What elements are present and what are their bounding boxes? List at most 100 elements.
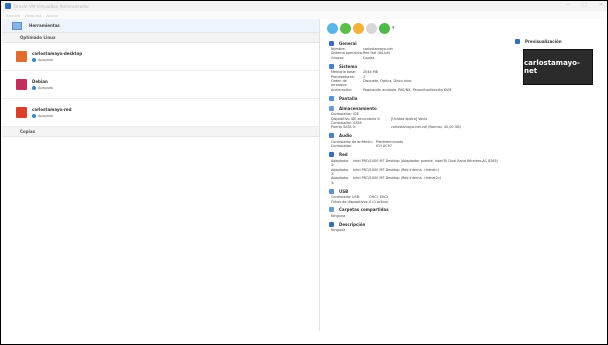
section-title: Almacenamiento — [339, 105, 377, 111]
vm-item-red[interactable]: carlostamayo-red Apagada — [2, 99, 319, 127]
vm-state-label: Apagada — [38, 58, 54, 62]
vm-state-label: Apagada — [38, 86, 54, 90]
menu-ayuda[interactable]: Ayuda — [46, 13, 58, 18]
storage-icon — [329, 105, 334, 111]
title-bar: Oracle VM VirtualBox Administrador — □ ✕ — [1, 1, 607, 11]
detail-row: Filtros de dispositivos: 0 (0 activo) — [327, 200, 514, 204]
detail-key: Adaptador 2: — [331, 167, 349, 176]
description-icon — [329, 221, 334, 227]
detail-key: Adaptador 1: — [331, 158, 349, 168]
menu-archivo[interactable]: Archivo — [6, 13, 20, 18]
detail-row: Ninguna — [327, 214, 514, 218]
section-title: Descripción — [339, 221, 366, 227]
preview-pane: Previsualización carlostamayo-net — [515, 37, 601, 117]
detail-value: Paginación anidada, PAE/NX, Paravirtuali… — [363, 87, 452, 92]
powered-off-icon — [32, 86, 36, 90]
preview-header[interactable]: Previsualización — [515, 37, 601, 45]
section-display-header[interactable]: Pantalla — [327, 94, 514, 102]
main-toolbar: ▾ — [327, 19, 395, 37]
section-storage-header[interactable]: Almacenamiento — [327, 104, 514, 112]
vm-state: Apagada — [32, 58, 82, 62]
window-title: Oracle VM VirtualBox Administrador — [14, 3, 90, 9]
general-icon — [329, 40, 334, 46]
detail-value: [Unidad óptica] Vacío — [391, 116, 428, 121]
vm-list-pane: Herramientas Optimado Linux carlostamayo… — [2, 19, 320, 331]
maximize-button[interactable]: □ — [582, 2, 587, 8]
close-button[interactable]: ✕ — [599, 2, 603, 8]
section-shared-header[interactable]: Carpetas compartidas — [327, 206, 514, 214]
preview-screen: carlostamayo-net — [523, 49, 593, 85]
menu-maquina[interactable]: Máquina — [25, 13, 41, 18]
new-icon[interactable] — [327, 22, 338, 34]
section-description-header[interactable]: Descripción — [327, 220, 514, 228]
detail-key: Filtros de dispositivos: — [331, 199, 369, 204]
detail-key: Puerto SATA 0: — [331, 125, 356, 130]
virtualbox-icon — [5, 3, 11, 9]
detail-value: carlostamayo-net.vdi (Normal, 40,00 GB) — [391, 125, 461, 130]
detail-row: Orden de arranque: Disquete, Óptica, Disc… — [327, 79, 514, 88]
detail-value: Copias — [363, 55, 375, 60]
powered-off-icon — [32, 114, 36, 118]
section-system-header[interactable]: Sistema — [327, 62, 514, 70]
section-network-header[interactable]: Red — [327, 151, 514, 159]
section-usb: USB Controlador USB: OHCI, EHCI Filtros d… — [327, 187, 514, 204]
detail-row: Puerto SATA 0: carlostamayo-net.vdi (Norm… — [327, 125, 514, 129]
detail-key: Adaptador 3: — [331, 176, 349, 185]
tools-label: Herramientas — [29, 23, 60, 28]
vm-name: Debian — [32, 79, 48, 84]
detail-value: Intel PRO/1000 MT Desktop (Red interna, … — [353, 176, 442, 181]
speaker-icon — [329, 133, 334, 139]
vm-name: carlostamayo-desktop — [32, 51, 83, 56]
add-icon[interactable] — [340, 22, 351, 34]
detail-value: 0 (0 activo) — [369, 199, 389, 204]
preview-title: Previsualización — [525, 38, 562, 44]
detail-key: Ninguna — [331, 228, 346, 233]
vm-state: Apagada — [32, 114, 71, 118]
vm-state-label: Apagada — [38, 114, 54, 118]
section-audio-header[interactable]: Audio — [327, 132, 514, 140]
details-pane: General Nombre: carlostamayo-net Sistema … — [327, 37, 514, 331]
minimize-button[interactable]: — — [565, 2, 570, 8]
section-audio: Audio Controlador de anfitrión: Predeterm… — [327, 132, 514, 149]
section-general: General Nombre: carlostamayo-net Sistema … — [327, 39, 514, 60]
section-usb-header[interactable]: USB — [327, 187, 514, 195]
section-title: Red — [339, 152, 348, 158]
powered-off-icon — [32, 58, 36, 62]
vm-item-debian[interactable]: Debian Apagada — [2, 71, 319, 99]
section-title: Carpetas compartidas — [339, 207, 389, 213]
menu-bar: Archivo Máquina Ayuda — [1, 11, 607, 19]
window-controls: — □ ✕ — [565, 2, 603, 8]
section-title: Audio — [339, 133, 352, 139]
section-shared-folders: Carpetas compartidas Ninguna — [327, 206, 514, 218]
monitor-icon — [329, 95, 334, 101]
chevron-down-icon[interactable]: ▾ — [392, 25, 395, 31]
section-title: Pantalla — [339, 95, 358, 101]
section-display: Pantalla — [327, 94, 514, 102]
settings-icon[interactable] — [353, 22, 364, 34]
section-system: Sistema Memoria base: 2048 MB Procesadore… — [327, 62, 514, 92]
vm-name: carlostamayo-red — [32, 107, 72, 112]
usb-icon — [329, 188, 334, 194]
group-header-copias[interactable]: Copias — [2, 127, 319, 137]
folder-icon — [329, 207, 334, 213]
discard-icon[interactable] — [366, 22, 377, 34]
vm-os-icon — [16, 107, 27, 118]
section-storage: Almacenamiento Controlador: IDE Disposit… — [327, 104, 514, 130]
preview-icon — [515, 38, 520, 44]
section-title: General — [339, 40, 357, 46]
detail-key: Aceleración: — [331, 87, 352, 92]
detail-value: 2048 MB — [363, 70, 378, 75]
detail-key: Controlador: — [331, 144, 353, 149]
start-icon[interactable] — [379, 22, 390, 34]
section-general-header[interactable]: General — [327, 39, 514, 47]
vm-state: Apagada — [32, 86, 53, 90]
detail-row: Ninguna — [327, 228, 514, 232]
group-header[interactable]: Optimado Linux — [2, 33, 319, 43]
window-frame: Oracle VM VirtualBox Administrador — □ ✕… — [0, 0, 608, 345]
detail-value: ICH AC97 — [376, 144, 392, 149]
tools-item[interactable]: Herramientas — [2, 19, 319, 33]
tools-icon — [12, 21, 22, 30]
detail-row: Aceleración: Paginación anidada, PAE/NX, … — [327, 88, 514, 92]
vm-item-desktop[interactable]: carlostamayo-desktop Apagada — [2, 43, 319, 71]
vm-os-icon — [16, 79, 27, 90]
